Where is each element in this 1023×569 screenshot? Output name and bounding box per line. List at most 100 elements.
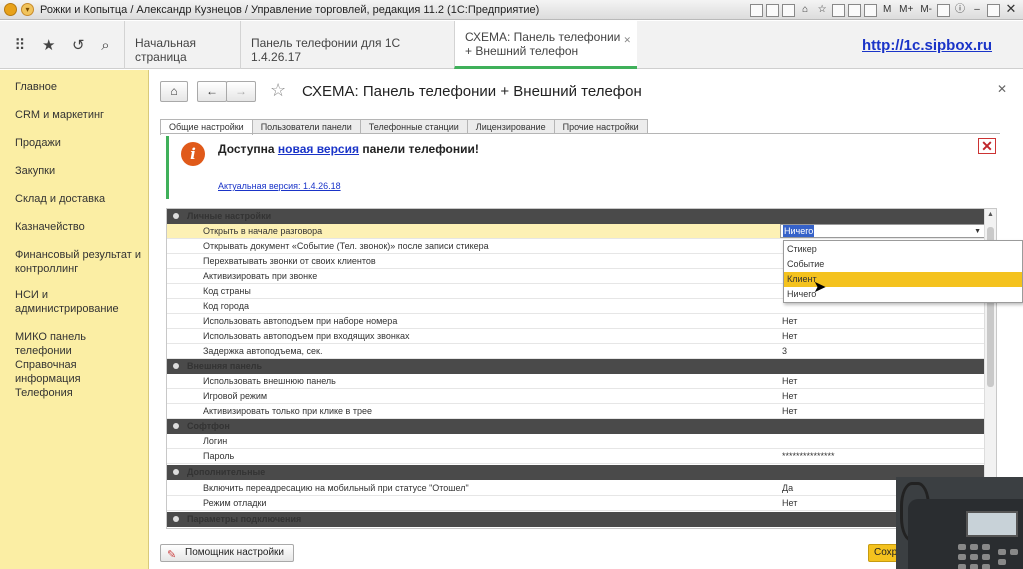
forward-button[interactable]: → [226, 81, 256, 102]
quick-icons: ⠿ ★ ↺ ⌕ [0, 21, 124, 69]
desk-phone-image [908, 499, 1023, 569]
sidebar-item-purchases[interactable]: Закупки [15, 164, 145, 178]
sidebar-item-reference[interactable]: Справочная информация [15, 358, 145, 386]
favorites-star-icon[interactable]: ★ [42, 36, 55, 54]
calculator-icon[interactable] [848, 3, 862, 17]
tab-home-page[interactable]: Начальная страница [124, 21, 240, 69]
window-titlebar: ▾ Рожки и Копытца / Александр Кузнецов /… [0, 0, 1023, 20]
tab-phone-stations[interactable]: Телефонные станции [359, 119, 468, 134]
phone-screen-shape [966, 511, 1018, 537]
memory-plus-button[interactable]: M+ [897, 2, 915, 17]
sidebar-item-main[interactable]: Главное [15, 80, 145, 94]
tab-telephony-panel[interactable]: Панель телефонии для 1С 1.4.26.17 [240, 21, 454, 69]
print-icon[interactable] [782, 3, 796, 17]
memory-m-button[interactable]: M [880, 2, 894, 17]
table-row[interactable]: Активизировать только при клике в трее Не… [167, 404, 985, 419]
table-row[interactable]: Пароль *************** [167, 449, 985, 464]
window-toolbar: ⌂ ☆ M M+ M- ⓘ – ✕ [750, 2, 1019, 17]
tab-other-settings[interactable]: Прочие настройки [553, 119, 648, 134]
collapse-icon[interactable] [173, 363, 179, 369]
home-icon[interactable]: ⌂ [798, 2, 812, 17]
dropdown-arrow-icon[interactable]: ▼ [974, 225, 981, 238]
sidebar: Главное CRM и маркетинг Продажи Закупки … [0, 70, 149, 569]
table-row[interactable]: Открыть в начале разговора Ничего ▼ [167, 224, 985, 239]
update-banner: i Доступна новая версия панели телефонии… [166, 136, 998, 199]
copy-icon[interactable] [750, 3, 764, 17]
tab-scheme[interactable]: СХЕМА: Панель телефонии + Внешний телефо… [454, 21, 637, 69]
scroll-up-icon[interactable]: ▲ [987, 211, 994, 218]
table-row[interactable]: Режим отладки Нет [167, 496, 985, 511]
sidebar-item-crm[interactable]: CRM и маркетинг [15, 108, 145, 122]
sidebar-item-sales[interactable]: Продажи [15, 136, 145, 150]
sidebar-item-miko[interactable]: МИКО панель телефонии [15, 330, 145, 358]
app-logo-icon [4, 3, 17, 16]
table-row[interactable]: Логин [167, 434, 985, 449]
collapse-icon[interactable] [173, 469, 179, 475]
page-title: СХЕМА: Панель телефонии + Внешний телефо… [302, 83, 642, 100]
sidebar-item-warehouse[interactable]: Склад и доставка [15, 192, 145, 206]
section-tabs-bar: ⠿ ★ ↺ ⌕ Начальная страница Панель телефо… [0, 21, 1023, 69]
tab-label: Начальная страница [135, 36, 197, 64]
watermark-link: http://1c.sipbox.ru [862, 37, 993, 54]
group-header[interactable]: Дополнительные [167, 465, 985, 480]
close-icon[interactable]: ✕ [1003, 2, 1019, 17]
setup-assistant-button[interactable]: ✎ Помощник настройки [160, 544, 294, 562]
collapse-icon[interactable] [173, 516, 179, 522]
table-row[interactable]: Использовать внешнюю панель Нет [167, 374, 985, 389]
calendar-icon[interactable] [832, 3, 846, 17]
sidebar-item-treasury[interactable]: Казначейство [15, 220, 145, 234]
group-header[interactable]: Внешняя панель [167, 359, 985, 374]
new-version-link[interactable]: новая версия [278, 142, 359, 156]
collapse-icon[interactable] [173, 423, 179, 429]
table-row[interactable]: Задержка автоподъема, сек. 3 [167, 344, 985, 359]
maximize-icon[interactable] [987, 3, 1000, 17]
mouse-pointer-icon: ➤ [813, 279, 827, 296]
sidebar-item-telephony[interactable]: Телефония [15, 386, 145, 400]
banner-suffix: панели телефонии! [359, 142, 479, 156]
table-row[interactable]: Игровой режим Нет [167, 389, 985, 404]
table-row[interactable]: Использовать автоподъем при наборе номер… [167, 314, 985, 329]
phone-keypad-shape [958, 544, 1023, 569]
open-at-call-start-select[interactable]: Ничего ▼ [780, 224, 985, 238]
tab-label: СХЕМА: Панель телефонии + Внешний телефо… [465, 30, 621, 58]
minimize-icon[interactable]: – [970, 2, 984, 17]
table-icon[interactable] [864, 3, 878, 17]
tab-label: Панель телефонии для 1С 1.4.26.17 [251, 36, 401, 64]
search-icon[interactable]: ⌕ [101, 37, 109, 54]
home-button[interactable]: ⌂ [160, 81, 188, 102]
document-icon[interactable] [766, 3, 780, 17]
star-icon[interactable]: ☆ [815, 2, 829, 17]
sidebar-item-admin[interactable]: НСИ и администрирование [15, 288, 145, 316]
current-version-link[interactable]: Актуальная версия: 1.4.26.18 [218, 181, 341, 191]
tab-panel-users[interactable]: Пользователи панели [251, 119, 361, 134]
collapse-icon[interactable] [173, 213, 179, 219]
info-icon[interactable]: ⓘ [953, 2, 967, 17]
back-button[interactable]: ← [197, 81, 227, 102]
apps-grid-icon[interactable]: ⠿ [14, 36, 25, 54]
banner-message: Доступна новая версия панели телефонии! [218, 142, 479, 156]
dropdown-option-sticker[interactable]: Стикер [784, 242, 1022, 257]
group-header[interactable]: Софтфон [167, 419, 985, 434]
banner-close-icon[interactable]: ✕ [978, 138, 996, 154]
group-header[interactable]: Параметры подключения [167, 512, 985, 527]
tab-close-icon[interactable]: ✕ [623, 33, 631, 47]
table-row[interactable]: Использовать автоподъем при входящих зво… [167, 329, 985, 344]
dropdown-option-event[interactable]: Событие [784, 257, 1022, 272]
group-header[interactable]: Личные настройки [167, 209, 985, 224]
favorite-star-icon[interactable]: ☆ [270, 80, 286, 101]
table-row[interactable]: Включить переадресацию на мобильный при … [167, 481, 985, 496]
wrench-icon: ✎ [167, 549, 177, 561]
main-content: ⌂ ← → ☆ СХЕМА: Панель телефонии + Внешни… [150, 70, 1023, 569]
sidebar-item-finance[interactable]: Финансовый результат и контроллинг [15, 248, 145, 276]
info-icon: i [181, 142, 205, 166]
main-menu-icon[interactable]: ▾ [21, 3, 34, 16]
tab-licensing[interactable]: Лицензирование [466, 119, 555, 134]
webcam-overlay [896, 477, 1023, 569]
banner-prefix: Доступна [218, 142, 278, 156]
close-form-icon[interactable]: ✕ [997, 82, 1007, 96]
history-icon[interactable]: ↺ [72, 36, 85, 54]
panel-layout-icon[interactable] [937, 3, 950, 17]
memory-minus-button[interactable]: M- [918, 2, 934, 17]
window-title: Рожки и Копытца / Александр Кузнецов / У… [40, 3, 540, 16]
setup-assistant-label: Помощник настройки [185, 547, 285, 558]
